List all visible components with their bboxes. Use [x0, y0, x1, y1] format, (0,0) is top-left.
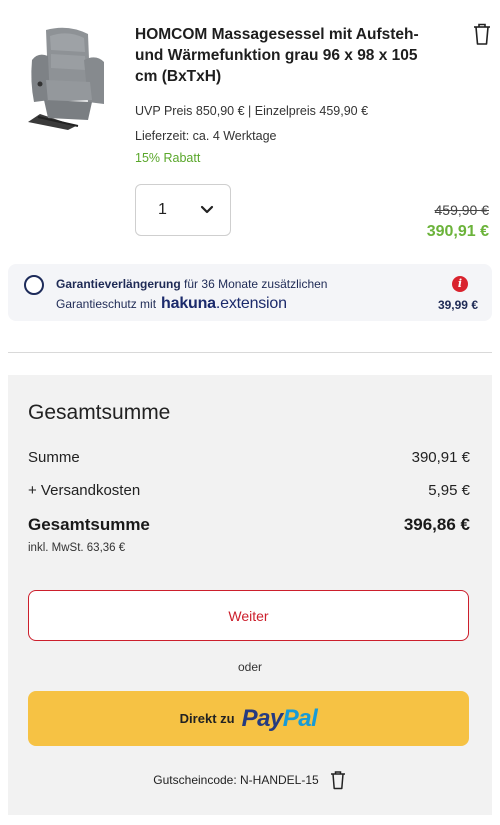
warranty-provider-text: Garantieschutz mit [56, 297, 157, 311]
continue-button[interactable]: Weiter [28, 590, 469, 641]
summary-heading: Gesamtsumme [28, 401, 171, 424]
cart-item: HOMCOM Massagesessel mit Aufsteh- und Wä… [0, 0, 500, 255]
order-summary: Gesamtsumme Summe 390,91 € + Versandkost… [8, 375, 492, 815]
price-info: UVP Preis 850,90 € | Einzelpreis 459,90 … [135, 104, 369, 118]
product-title[interactable]: HOMCOM Massagesessel mit Aufsteh- und Wä… [135, 24, 435, 87]
discounted-price: 390,91 € [426, 223, 489, 240]
warranty-price: 39,99 € [437, 298, 478, 312]
shipping-label: + Versandkosten [28, 482, 141, 499]
chevron-down-icon [200, 205, 214, 214]
warranty-title: Garantieverlängerung [56, 277, 181, 291]
quantity-value: 1 [158, 201, 167, 218]
vat-info: inkl. MwSt. 63,36 € [28, 542, 126, 554]
paypal-button[interactable]: Direkt zu PayPal [28, 691, 469, 746]
delivery-time: Lieferzeit: ca. 4 Werktage [135, 129, 277, 143]
warranty-extension-box: Garantieverlängerung für 36 Monate zusät… [8, 264, 492, 321]
subtotal-value: 390,91 € [411, 449, 470, 466]
shipping-value: 5,95 € [428, 482, 470, 499]
old-price: 459,90 € [434, 202, 490, 218]
trash-icon[interactable] [329, 770, 347, 790]
voucher-code: Gutscheincode: N-HANDEL-15 [153, 773, 319, 787]
warranty-text-line2: Garantieschutz mit hakuna.extension [56, 295, 287, 313]
warranty-duration: für 36 Monate zusätzlichen [180, 277, 328, 291]
quantity-select[interactable]: 1 [135, 184, 231, 236]
total-label: Gesamtsumme [28, 515, 150, 534]
info-icon[interactable]: i [452, 276, 468, 292]
or-separator: oder [237, 660, 263, 674]
divider [8, 352, 492, 353]
trash-icon[interactable] [471, 22, 493, 46]
paypal-logo: PayPal [241, 704, 318, 732]
hakuna-logo: hakuna.extension [161, 295, 287, 312]
voucher-row: Gutscheincode: N-HANDEL-15 [8, 770, 492, 790]
subtotal-label: Summe [28, 449, 80, 466]
warranty-radio[interactable] [24, 275, 44, 295]
product-image[interactable] [18, 22, 118, 134]
total-value: 396,86 € [403, 515, 470, 534]
discount-label: 15% Rabatt [135, 151, 201, 165]
warranty-text-line1: Garantieverlängerung für 36 Monate zusät… [56, 277, 327, 291]
paypal-prefix: Direkt zu [179, 711, 235, 726]
